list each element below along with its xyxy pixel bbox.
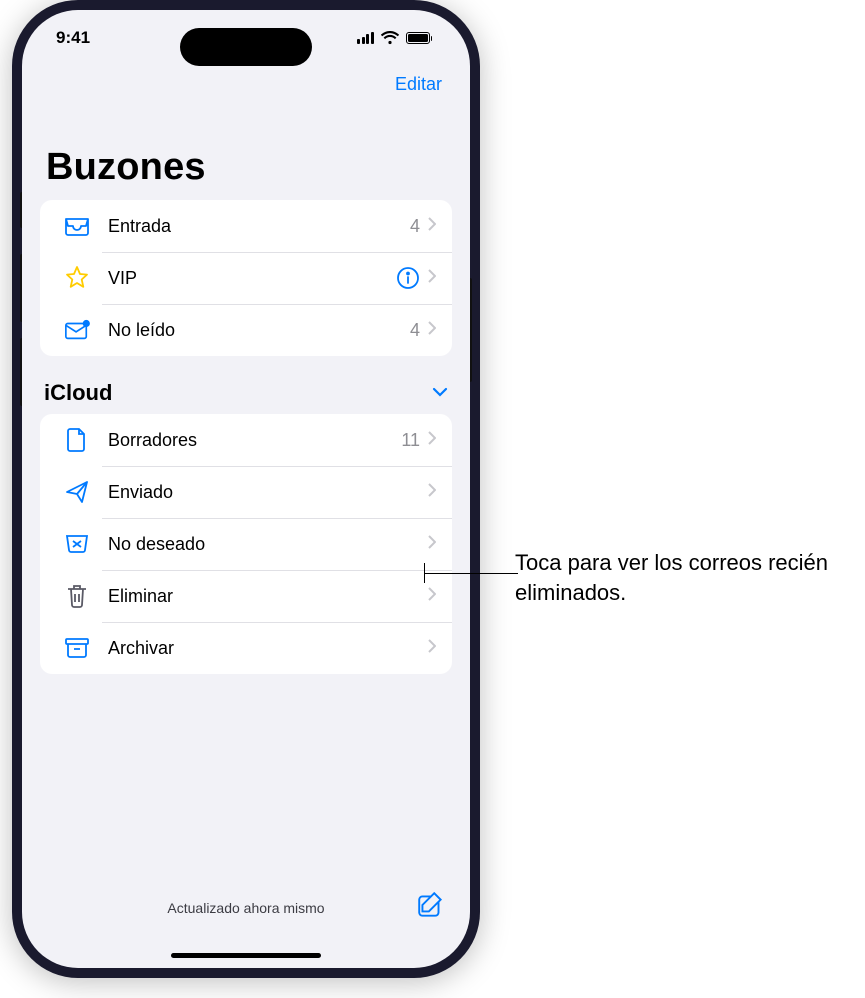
info-icon[interactable] (396, 266, 420, 290)
mailbox-label: Archivar (108, 638, 428, 659)
mailbox-row-junk[interactable]: No deseado (40, 518, 452, 570)
iphone-frame: 9:41 Editar Buzones (12, 0, 480, 978)
toolbar: Actualizado ahora mismo (22, 882, 470, 968)
mailbox-group-icloud: Borradores 11 Enviado No deseado (40, 414, 452, 674)
mailbox-row-archive[interactable]: Archivar (40, 622, 452, 674)
mailbox-label: Eliminar (108, 586, 428, 607)
chevron-right-icon (428, 269, 436, 288)
page-title: Buzones (46, 146, 206, 189)
screen: 9:41 Editar Buzones (22, 10, 470, 968)
mailbox-row-unread[interactable]: No leído 4 (40, 304, 452, 356)
mailbox-row-sent[interactable]: Enviado (40, 466, 452, 518)
chevron-right-icon (428, 217, 436, 236)
envelope-badge-icon (62, 317, 92, 343)
mailbox-group-main: Entrada 4 VIP (40, 200, 452, 356)
compose-button[interactable] (416, 890, 446, 920)
edit-button[interactable]: Editar (395, 74, 442, 94)
mailbox-row-drafts[interactable]: Borradores 11 (40, 414, 452, 466)
mailbox-count: 11 (401, 430, 420, 451)
mailbox-row-vip[interactable]: VIP (40, 252, 452, 304)
paperplane-icon (62, 479, 92, 505)
mailbox-row-trash[interactable]: Eliminar (40, 570, 452, 622)
callout-leader (424, 573, 518, 574)
chevron-right-icon (428, 321, 436, 340)
tray-icon (62, 213, 92, 239)
chevron-right-icon (428, 431, 436, 450)
mailbox-label: Enviado (108, 482, 428, 503)
chevron-right-icon (428, 639, 436, 658)
chevron-right-icon (428, 483, 436, 502)
nav-bar: Editar (395, 74, 442, 95)
mailbox-label: No deseado (108, 534, 428, 555)
status-time: 9:41 (56, 28, 90, 48)
mailbox-row-inbox[interactable]: Entrada 4 (40, 200, 452, 252)
mailbox-count: 4 (410, 320, 420, 341)
archivebox-icon (62, 635, 92, 661)
trash-icon (62, 583, 92, 609)
section-header-icloud[interactable]: iCloud (44, 380, 448, 406)
chevron-down-icon (432, 384, 448, 402)
status-icons (357, 31, 432, 45)
chevron-right-icon (428, 587, 436, 606)
callout-text: Toca para ver los correos recién elimina… (515, 548, 855, 607)
mailbox-label: Entrada (108, 216, 410, 237)
document-icon (62, 427, 92, 453)
mailboxes-content: Entrada 4 VIP (40, 200, 452, 674)
wifi-icon (381, 31, 399, 45)
mailbox-label: VIP (108, 268, 396, 289)
cellular-icon (357, 32, 374, 45)
star-icon (62, 265, 92, 291)
section-title: iCloud (44, 380, 112, 406)
battery-icon (406, 32, 433, 44)
junk-icon (62, 531, 92, 557)
home-indicator (171, 953, 321, 958)
dynamic-island (180, 28, 312, 66)
chevron-right-icon (428, 535, 436, 554)
mailbox-label: Borradores (108, 430, 401, 451)
sync-status: Actualizado ahora mismo (167, 900, 324, 916)
mailbox-label: No leído (108, 320, 410, 341)
mailbox-count: 4 (410, 216, 420, 237)
